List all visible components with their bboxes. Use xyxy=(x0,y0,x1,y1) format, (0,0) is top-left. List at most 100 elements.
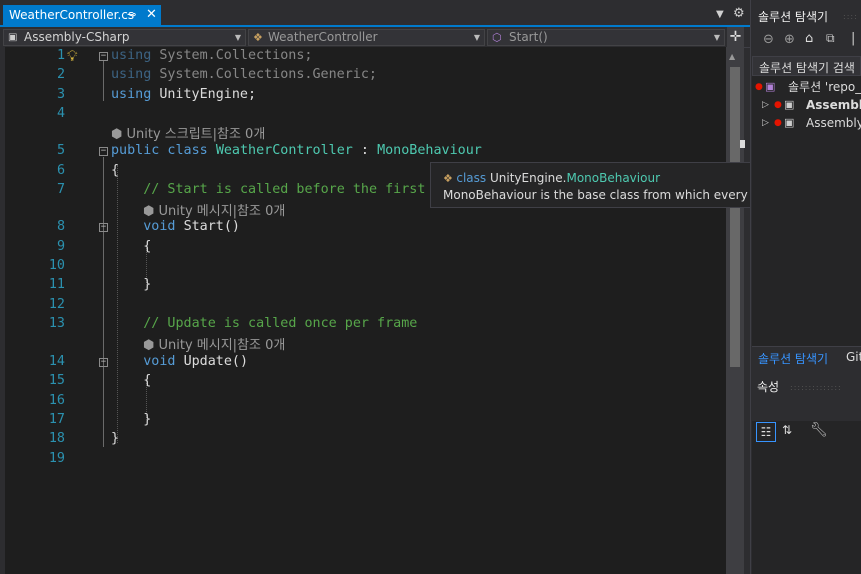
line-number: 8 xyxy=(56,219,65,234)
project-icon: ▣ xyxy=(784,98,795,111)
status-dot-icon: ● xyxy=(774,100,782,110)
tooltip-namespace: UnityEngine. xyxy=(489,171,567,185)
member-label: Start() xyxy=(509,30,548,44)
member-dropdown[interactable]: ⬡ Start() ▼ xyxy=(487,29,725,46)
line-number: 4 xyxy=(56,106,65,121)
properties-title: 속성 xyxy=(757,380,780,394)
class-label: WeatherController xyxy=(268,30,378,44)
code-token: } xyxy=(111,277,152,292)
code-line: { xyxy=(111,239,151,254)
properties-panel: ☷ ⇅ 🔧︎ xyxy=(752,395,861,574)
code-token: public class xyxy=(111,143,216,158)
wrench-icon[interactable]: 🔧︎ xyxy=(810,422,828,438)
code-line: void Update() xyxy=(111,354,248,369)
code-token: WeatherController xyxy=(215,143,353,158)
class-icon: ❖ xyxy=(253,31,263,44)
panel-bottom-tabs: 솔루션 탐색기 Git xyxy=(752,346,861,369)
switch-views-icon[interactable]: ⧉ xyxy=(826,31,835,46)
tab-solution-explorer[interactable]: 솔루션 탐색기 xyxy=(758,350,828,367)
code-line: void Start() xyxy=(111,219,240,234)
code-token: using xyxy=(111,48,152,63)
grip: :::::::::::::: xyxy=(790,383,842,392)
code-token: { xyxy=(111,163,120,178)
solution-search-input[interactable]: 솔루션 탐색기 검색 xyxy=(752,56,861,76)
code-token: // Update is called once per frame xyxy=(111,316,418,331)
code-token: Update() xyxy=(183,354,249,369)
project-label: Assembly-CSharp xyxy=(24,30,130,44)
code-token: void xyxy=(111,354,184,369)
line-number: 7 xyxy=(56,182,65,197)
forward-icon[interactable]: ⊕ xyxy=(784,32,795,47)
tab-weathercontroller[interactable]: WeatherController.cs ⊸ ✕ xyxy=(3,5,161,25)
lightbulb-icon[interactable]: 💡︎ xyxy=(67,47,78,65)
codelens-update[interactable]: ⬢ Unity 메시지|참조 0개 xyxy=(143,334,285,353)
line-number: 10 xyxy=(48,258,65,273)
code-token: { xyxy=(111,239,152,254)
class-icon: ❖ xyxy=(443,172,457,185)
class-dropdown[interactable]: ❖ WeatherController ▼ xyxy=(248,29,485,46)
tab-git[interactable]: Git xyxy=(846,350,861,364)
indent-guide xyxy=(117,165,118,443)
home-icon[interactable]: ⌂ xyxy=(805,31,813,46)
line-number: 13 xyxy=(48,316,65,331)
fold-toggle-icon[interactable]: − xyxy=(99,147,108,156)
code-editor[interactable]: 💡︎ using System.Collections; using System.C… xyxy=(5,47,726,574)
back-icon[interactable]: ⊖ xyxy=(763,32,774,47)
line-number: 5 xyxy=(56,143,65,158)
project-icon: ▣ xyxy=(8,32,18,43)
categorized-icon[interactable]: ☷ xyxy=(756,422,776,442)
line-number: 12 xyxy=(48,297,65,312)
fold-line xyxy=(103,61,104,101)
line-number: 1 xyxy=(56,48,65,63)
code-token: System.Collections; xyxy=(159,48,313,63)
panel-title: 솔루션 탐색기 xyxy=(758,10,829,24)
tree-item-assembly-2[interactable]: ▷ ● ▣ Assembly- xyxy=(752,114,861,132)
status-dot-icon: ● xyxy=(755,82,763,92)
project-dropdown[interactable]: ▣ Assembly-CSharp ▼ xyxy=(3,29,246,46)
expand-arrow-icon[interactable]: ▷ xyxy=(762,114,769,132)
status-dot-icon: ● xyxy=(774,118,782,128)
line-number: 15 xyxy=(48,373,65,388)
code-line: public class WeatherController : MonoBeh… xyxy=(111,143,482,158)
scrollbar-thumb[interactable] xyxy=(730,67,740,367)
fold-toggle-icon[interactable]: − xyxy=(99,358,108,367)
code-line: // Update is called once per frame xyxy=(111,316,417,331)
tree-item-assembly[interactable]: ▷ ● ▣ Assembly xyxy=(752,96,861,114)
code-line: { xyxy=(111,163,119,178)
line-number: 6 xyxy=(56,163,65,178)
scroll-up-icon[interactable]: ▲ xyxy=(729,52,735,61)
fold-toggle-icon[interactable]: − xyxy=(99,223,108,232)
code-line: } xyxy=(111,277,151,292)
line-number: 19 xyxy=(48,451,65,466)
code-line: { xyxy=(111,373,151,388)
fold-toggle-icon[interactable]: − xyxy=(99,52,108,61)
navigation-bar: ▣ Assembly-CSharp ▼ ❖ WeatherController … xyxy=(0,27,750,48)
unity-icon: ⬢ xyxy=(143,204,159,219)
dropdown-arrow-icon[interactable]: ▼ xyxy=(716,9,724,20)
code-token: { xyxy=(111,373,152,388)
tree-item-solution[interactable]: ● ▣ 솔루션 'repo_ xyxy=(752,78,861,96)
alphabetical-icon[interactable]: ⇅ xyxy=(782,423,792,437)
code-token: System.Collections.Generic; xyxy=(159,67,377,82)
line-number: 3 xyxy=(56,87,65,102)
code-token: } xyxy=(111,431,120,446)
expand-arrow-icon[interactable]: ▷ xyxy=(762,96,769,114)
code-line: } xyxy=(111,431,119,446)
line-number: 16 xyxy=(48,393,65,408)
solution-icon: ▣ xyxy=(765,80,776,93)
code-token: } xyxy=(111,412,152,427)
chevron-down-icon: ▼ xyxy=(234,33,241,42)
codelens-start[interactable]: ⬢ Unity 메시지|참조 0개 xyxy=(143,200,285,219)
codelens-class[interactable]: ⬢ Unity 스크립트|참조 0개 xyxy=(111,123,265,142)
tab-title: WeatherController.cs xyxy=(9,8,135,22)
code-token: void xyxy=(111,219,184,234)
line-number: 11 xyxy=(48,277,65,292)
pin-icon[interactable]: ⊸ xyxy=(127,5,136,25)
divider-icon: | xyxy=(851,31,856,46)
close-icon[interactable]: ✕ xyxy=(146,5,157,25)
code-line: } xyxy=(111,412,151,427)
split-editor-button[interactable]: ✛ xyxy=(727,27,744,47)
solution-tree[interactable]: ● ▣ 솔루션 'repo_ ▷ ● ▣ Assembly ▷ ● ▣ Asse… xyxy=(752,76,861,346)
grip: :::: xyxy=(843,12,858,21)
gear-icon[interactable]: ⚙ xyxy=(733,6,745,21)
